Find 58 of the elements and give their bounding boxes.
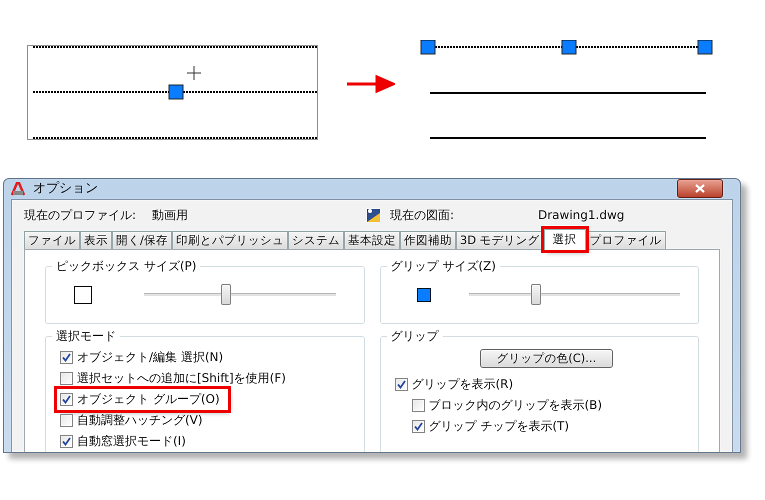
tab[interactable]: 作図補助: [400, 230, 456, 248]
checkbox-row[interactable]: グリップを表示(R): [394, 374, 522, 394]
checkbox[interactable]: [60, 350, 73, 364]
drawing-value: Drawing1.dwg: [538, 206, 624, 224]
tab[interactable]: 表示: [80, 230, 112, 248]
window-title: オプション: [33, 180, 98, 198]
drawing-file-icon: [366, 206, 382, 222]
group-title: グリップ サイズ(Z): [386, 258, 500, 274]
checkbox-row[interactable]: 自動調整ハッチング(V): [60, 410, 211, 430]
check-icon: [62, 394, 71, 404]
grip-preview: [416, 288, 430, 302]
slider[interactable]: [144, 284, 336, 305]
checkbox[interactable]: [412, 420, 424, 432]
checkbox-label: 自動調整ハッチング(V): [77, 412, 203, 429]
checkbox[interactable]: [60, 434, 73, 448]
checkbox[interactable]: [412, 398, 424, 412]
checkbox-label: 選択セットへの追加に[Shift]を使用(F): [77, 370, 286, 387]
checkbox[interactable]: [60, 392, 73, 406]
checkbox-row[interactable]: グリップ チップを表示(T): [412, 416, 578, 436]
close-icon: [695, 184, 705, 194]
arrow-icon: [347, 74, 395, 94]
checkbox-row[interactable]: 選択セットへの追加に[Shift]を使用(F): [60, 368, 294, 388]
group-title: ピックボックス サイズ(P): [52, 258, 200, 274]
checkbox-label: オブジェクト/編集 選択(N): [77, 349, 224, 366]
checkbox[interactable]: [60, 372, 73, 384]
check-icon: [414, 422, 422, 430]
pickbox-preview: [74, 286, 92, 304]
check-icon: [62, 352, 71, 362]
profile-label: 現在のプロファイル:: [24, 206, 138, 224]
checkbox-label: オブジェクト グループ(O): [77, 391, 220, 408]
group-title: グリップ: [386, 328, 442, 344]
tab[interactable]: 開く/保存: [112, 230, 172, 248]
checkbox-row[interactable]: ブロック内のグリップを表示(B): [412, 394, 610, 416]
grip-color-button[interactable]: グリップの色(C)...: [480, 348, 613, 368]
slider-thumb[interactable]: [221, 284, 232, 305]
app-logo-icon: [11, 182, 25, 196]
checkbox-label: グリップを表示(R): [412, 376, 514, 393]
checkbox-row[interactable]: オブジェクト/編集 選択(N): [60, 346, 232, 368]
drawing-label: 現在の図面:: [390, 206, 456, 224]
tab[interactable]: ファイル: [24, 230, 80, 248]
check-icon: [62, 436, 71, 446]
checkbox-label: 自動窓選択モード(I): [77, 433, 186, 450]
slider[interactable]: [468, 284, 680, 305]
checkbox[interactable]: [60, 414, 73, 426]
tab[interactable]: システム: [288, 230, 344, 248]
tab[interactable]: 印刷とパブリッシュ: [172, 230, 288, 248]
check-icon: [396, 380, 406, 388]
checkbox[interactable]: [394, 378, 408, 390]
slider-thumb[interactable]: [531, 284, 542, 305]
group-title: 選択モード: [52, 328, 120, 344]
tab[interactable]: 3D モデリング: [456, 230, 544, 248]
checkbox-row[interactable]: 自動窓選択モード(I): [60, 430, 194, 452]
checkbox-label: ブロック内のグリップを表示(B): [428, 397, 602, 414]
checkbox-row[interactable]: オブジェクト グループ(O): [57, 388, 228, 410]
close-button[interactable]: [677, 179, 723, 198]
tab[interactable]: 基本設定: [344, 230, 400, 248]
profile-value: 動画用: [152, 206, 189, 224]
checkbox-label: グリップ チップを表示(T): [428, 418, 570, 435]
